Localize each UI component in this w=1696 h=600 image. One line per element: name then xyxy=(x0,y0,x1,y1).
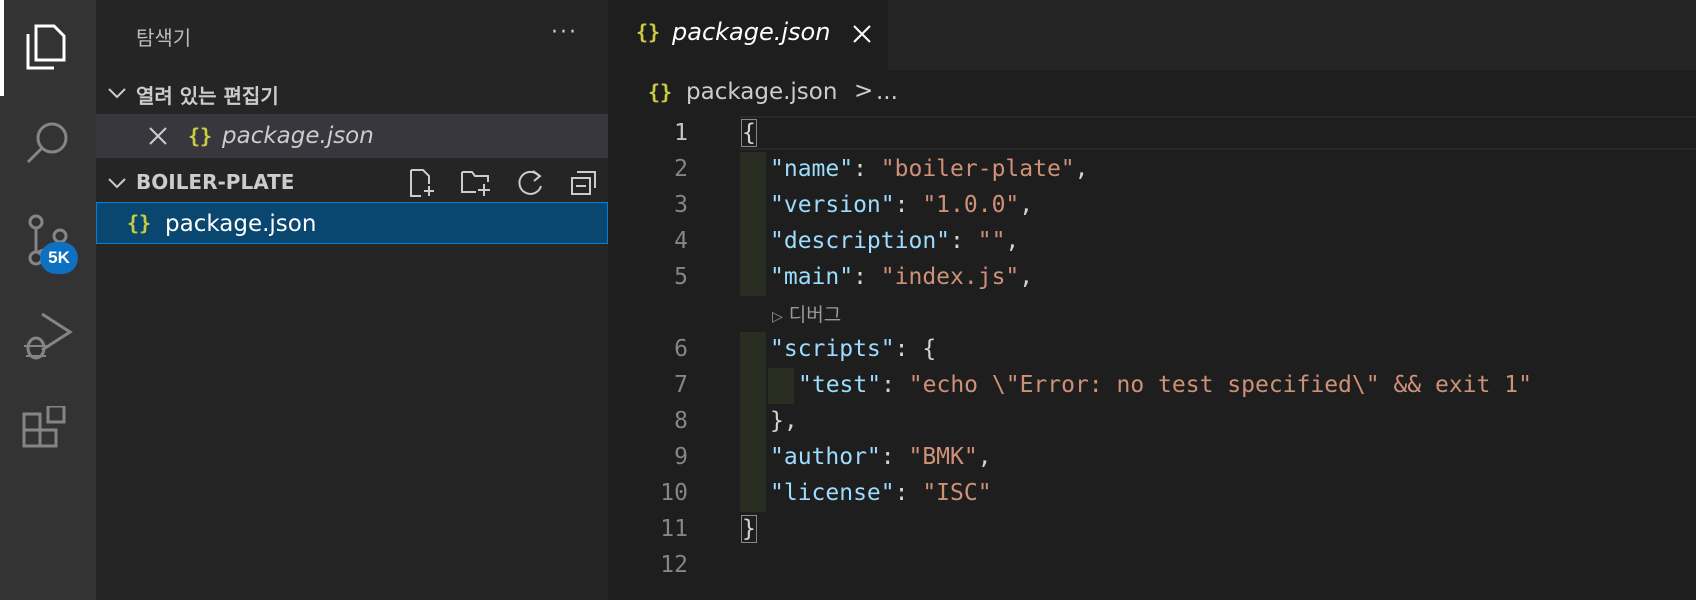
code-editor[interactable]: 1 { 2 "name": "boiler-plate", 3 "version… xyxy=(608,116,1696,600)
collapse-all-icon[interactable] xyxy=(568,168,598,198)
line-number: 7 xyxy=(674,372,688,398)
run-debug-icon xyxy=(24,312,73,360)
close-icon[interactable] xyxy=(148,126,168,146)
line-number: 10 xyxy=(660,480,688,506)
json-file-icon: {} xyxy=(648,80,673,104)
refresh-icon[interactable] xyxy=(515,168,545,198)
breadcrumb-symbols[interactable]: ... xyxy=(876,79,898,105)
code-line: 4 "description": "", xyxy=(608,224,1696,260)
line-text: }, xyxy=(770,408,798,434)
line-number: 8 xyxy=(674,408,688,434)
folder-section[interactable]: BOILER-PLATE xyxy=(96,160,608,204)
line-text: "description": "", xyxy=(770,228,1020,254)
activity-bar: 5K xyxy=(0,0,96,600)
line-text: "license": "ISC" xyxy=(770,480,992,506)
activity-explorer[interactable] xyxy=(0,0,96,96)
line-text: { xyxy=(741,119,757,147)
line-number: 12 xyxy=(660,552,688,578)
line-number: 9 xyxy=(674,444,688,470)
json-file-icon: {} xyxy=(188,124,213,148)
line-number: 4 xyxy=(674,228,688,254)
line-number: 1 xyxy=(674,120,688,146)
folder-actions xyxy=(391,168,598,198)
extensions-icon xyxy=(22,406,66,448)
tree-item-package-json[interactable]: {} package.json xyxy=(96,202,608,244)
code-line: 8 }, xyxy=(608,404,1696,440)
codelens-label: 디버그 xyxy=(788,304,842,326)
code-line: 7 "test": "echo \"Error: no test specifi… xyxy=(608,368,1696,404)
line-text: "scripts": { xyxy=(770,336,937,362)
activity-extensions[interactable] xyxy=(0,384,96,480)
folder-label: BOILER-PLATE xyxy=(136,170,295,194)
code-line: 2 "name": "boiler-plate", xyxy=(608,152,1696,188)
code-line: 9 "author": "BMK", xyxy=(608,440,1696,476)
line-text: "test": "echo \"Error: no test specified… xyxy=(798,372,1532,398)
code-line: 12 xyxy=(608,548,1696,584)
tree-item-filename: package.json xyxy=(165,211,317,237)
code-line: 6 "scripts": { xyxy=(608,332,1696,368)
chevron-down-icon xyxy=(108,88,126,99)
line-number: 5 xyxy=(674,264,688,290)
more-actions-button[interactable]: ··· xyxy=(551,20,578,45)
breadcrumb-file[interactable]: package.json xyxy=(686,79,837,105)
play-icon: ▷ xyxy=(772,309,783,325)
code-line: 3 "version": "1.0.0", xyxy=(608,188,1696,224)
explorer-sidebar: 탐색기 ··· 열려 있는 편집기 {} package.json BOILER… xyxy=(96,0,608,600)
tab-package-json[interactable]: {} package.json xyxy=(608,0,888,70)
close-icon[interactable] xyxy=(852,24,872,44)
chevron-down-icon xyxy=(108,178,126,189)
debug-codelens[interactable]: ▷ 디버그 xyxy=(772,300,841,327)
open-editors-section[interactable]: 열려 있는 편집기 xyxy=(96,70,608,114)
line-text: "name": "boiler-plate", xyxy=(770,156,1089,182)
json-file-icon: {} xyxy=(127,211,152,235)
code-line: 10 "license": "ISC" xyxy=(608,476,1696,512)
new-file-icon[interactable] xyxy=(407,168,437,198)
breadcrumb-separator: > xyxy=(854,78,874,104)
new-folder-icon[interactable] xyxy=(460,168,492,198)
line-number: 6 xyxy=(674,336,688,362)
search-icon xyxy=(26,122,68,164)
activity-search[interactable] xyxy=(0,96,96,192)
open-editors-label: 열려 있는 편집기 xyxy=(136,84,279,108)
breadcrumb: {} package.json > ... xyxy=(608,70,1696,116)
activity-source-control[interactable] xyxy=(0,192,96,288)
line-text: "version": "1.0.0", xyxy=(770,192,1034,218)
json-file-icon: {} xyxy=(636,20,661,44)
files-icon xyxy=(26,24,66,70)
source-control-badge: 5K xyxy=(40,242,78,274)
line-number: 11 xyxy=(660,516,688,542)
sidebar-title: 탐색기 xyxy=(136,26,192,50)
line-text: "main": "index.js", xyxy=(770,264,1034,290)
line-text: "author": "BMK", xyxy=(770,444,992,470)
tab-label: package.json xyxy=(672,18,831,46)
code-line: 11 } xyxy=(608,512,1696,548)
line-number: 3 xyxy=(674,192,688,218)
editor-tab-bar: {} package.json xyxy=(608,0,1696,70)
open-editor-filename: package.json xyxy=(222,123,374,149)
code-line: 1 { xyxy=(608,116,1696,152)
active-indicator xyxy=(0,0,4,96)
line-number: 2 xyxy=(674,156,688,182)
code-line: 5 "main": "index.js", xyxy=(608,260,1696,296)
line-text: } xyxy=(741,515,757,543)
activity-run-debug[interactable] xyxy=(0,288,96,384)
open-editor-item[interactable]: {} package.json xyxy=(96,114,608,158)
